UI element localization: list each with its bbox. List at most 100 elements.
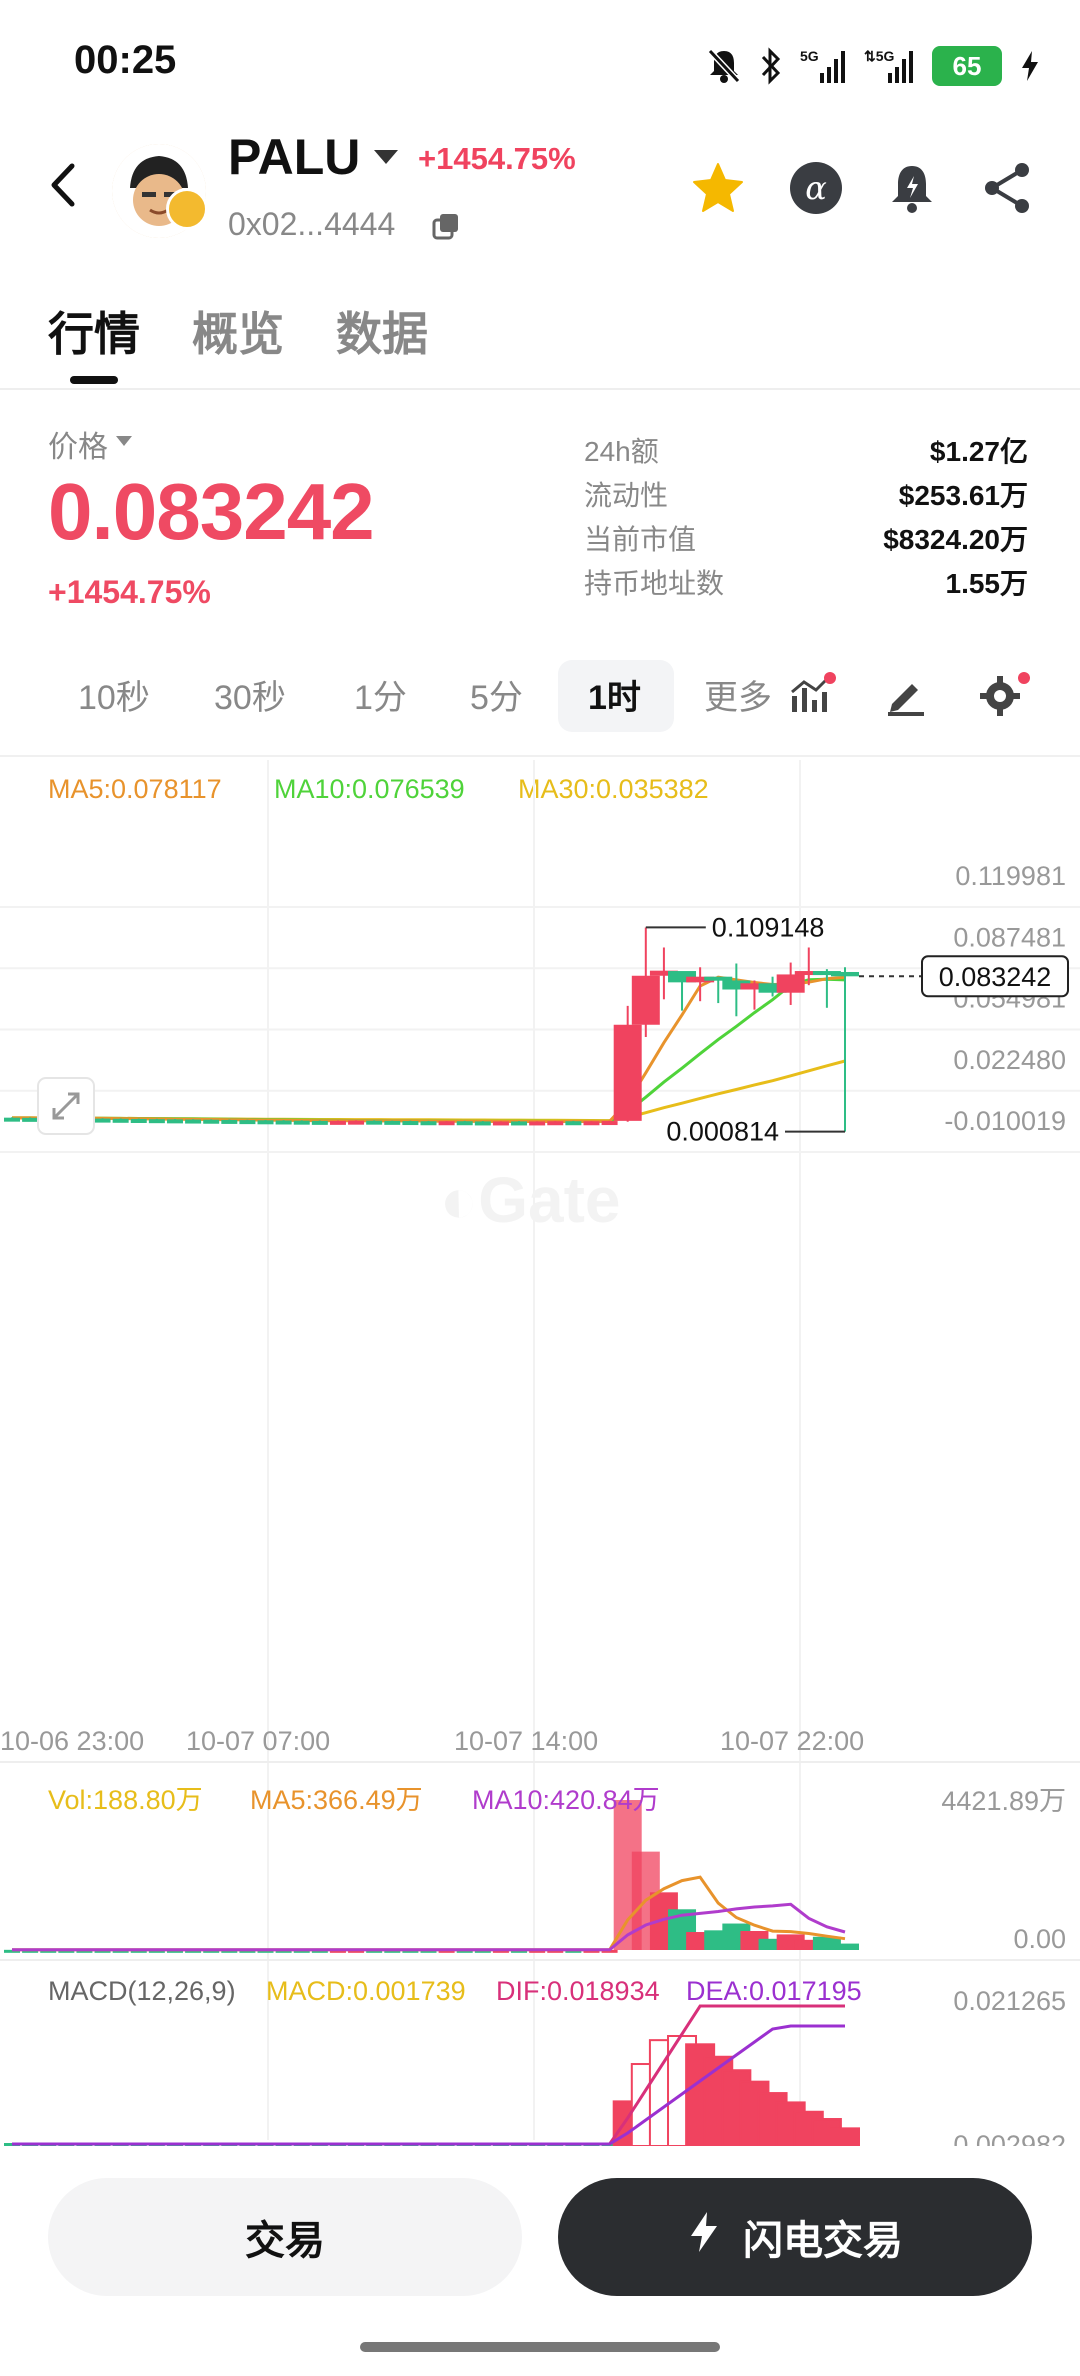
- charging-icon: [1020, 49, 1040, 83]
- candle-body: [293, 1120, 310, 1125]
- price-chart[interactable]: ◐Gate 0.1199810.0874810.0549810.022480-0…: [0, 760, 1080, 2146]
- caret-down-icon[interactable]: [116, 436, 132, 446]
- home-indicator[interactable]: [360, 2342, 720, 2352]
- y-tick-label: 0.022480: [953, 1045, 1066, 1075]
- header-change: +1454.75%: [418, 141, 576, 176]
- chevron-left-icon: [51, 163, 75, 207]
- high-price-label: 0.109148: [712, 912, 825, 942]
- interval-1m[interactable]: 1分: [354, 670, 407, 719]
- chart-grid: [0, 760, 1080, 2140]
- candle-body: [366, 1120, 383, 1125]
- candle-body: [529, 1121, 546, 1126]
- divider: [0, 755, 1080, 757]
- stat-label: 当前市值: [584, 524, 697, 555]
- low-price-label: 0.000814: [666, 1117, 779, 1147]
- candle-body: [329, 1120, 346, 1125]
- active-tab-indicator: [70, 376, 118, 384]
- expand-icon[interactable]: [37, 1077, 95, 1135]
- candle-body: [420, 1121, 437, 1126]
- copy-icon[interactable]: [432, 212, 460, 245]
- macd-value: MACD:0.001739: [266, 1976, 466, 2006]
- macd-title: MACD(12,26,9): [48, 1976, 236, 2006]
- dea-value: DEA:0.017195: [686, 1976, 862, 2006]
- candle-body: [492, 1121, 509, 1126]
- settings-gear-icon[interactable]: [978, 670, 1034, 725]
- contract-address: 0x02...4444: [228, 206, 396, 242]
- candle-body: [831, 971, 859, 977]
- stat-label: 持币地址数: [584, 568, 725, 599]
- volume-tick-max: 4421.89万: [941, 1786, 1066, 1816]
- tab-market[interactable]: 行情: [48, 298, 140, 364]
- trade-label: 交易: [245, 2219, 325, 2263]
- candle-body: [384, 1120, 401, 1125]
- status-time: 00:25: [74, 38, 177, 82]
- price-label[interactable]: 价格: [48, 422, 108, 466]
- last-price-label: 0.083242: [939, 962, 1052, 992]
- interval-more[interactable]: 更多: [704, 670, 776, 719]
- share-icon[interactable]: [978, 158, 1038, 218]
- y-tick-label: 0.119981: [955, 861, 1066, 891]
- stat-holders: 持币地址数 1.55万: [584, 562, 1028, 602]
- x-tick-label: 10-06 23:00: [0, 1726, 144, 1756]
- x-axis-labels: 10-06 23:00 10-07 07:00 10-07 14:00 10-07 2…: [0, 1726, 864, 1756]
- back-button[interactable]: [44, 158, 84, 212]
- flash-trade-button[interactable]: 闪电交易: [558, 2178, 1032, 2296]
- volume-bar: [831, 1943, 859, 1950]
- candle-body: [22, 1117, 39, 1122]
- mute-icon: [706, 47, 742, 85]
- alert-bell-icon[interactable]: [882, 158, 942, 218]
- ma10-path: [12, 977, 846, 1123]
- volume-tick-min: 0.00: [1013, 1924, 1066, 1954]
- ma10-line: [12, 977, 846, 1123]
- candle-body: [166, 1119, 183, 1124]
- svg-text:⇅5G: ⇅5G: [864, 48, 895, 64]
- stat-liquidity: 流动性 $253.61万: [584, 474, 1028, 514]
- stat-volume-24h: 24h额 $1.27亿: [584, 430, 1028, 470]
- y-tick-label: -0.010019: [944, 1106, 1066, 1136]
- signal-5g-icon: 5G: [800, 47, 846, 85]
- candle-body: [185, 1119, 202, 1124]
- candle-body: [511, 1121, 528, 1126]
- stat-label: 24h额: [584, 436, 659, 467]
- lightning-icon: [687, 2210, 721, 2264]
- current-price: 0.083242: [48, 467, 375, 556]
- macd-tick-min: 0.002982: [953, 2130, 1066, 2146]
- candle-body: [456, 1121, 473, 1126]
- candle-body: [203, 1119, 220, 1124]
- favorite-star-icon[interactable]: [688, 158, 748, 218]
- stat-value: $8324.20万: [883, 524, 1028, 555]
- candle-body: [239, 1120, 256, 1125]
- stat-label: 流动性: [584, 480, 669, 511]
- candle-body: [565, 1121, 582, 1126]
- coin-name[interactable]: PALU: [228, 128, 360, 186]
- tab-overview[interactable]: 概览: [192, 298, 284, 364]
- volume-ma10-legend: MA10:420.84万: [472, 1785, 660, 1815]
- indicator-chart-icon[interactable]: [790, 672, 840, 721]
- tab-data[interactable]: 数据: [336, 298, 428, 364]
- interval-30s[interactable]: 30秒: [214, 670, 286, 719]
- stat-value: $253.61万: [898, 480, 1028, 511]
- candle-body: [275, 1120, 292, 1125]
- interval-5m[interactable]: 5分: [470, 670, 523, 719]
- candle-body: [311, 1120, 328, 1125]
- alpha-icon[interactable]: α: [786, 158, 846, 218]
- caret-down-icon[interactable]: [374, 150, 398, 164]
- price-change: +1454.75%: [48, 574, 211, 610]
- macd-bar: [830, 2127, 860, 2146]
- y-axis-labels: 0.1199810.0874810.0549810.022480-0.01001…: [944, 861, 1066, 1136]
- status-icons: 5G ⇅5G 65: [706, 44, 1040, 88]
- candle-body: [257, 1120, 274, 1125]
- interval-10s[interactable]: 10秒: [78, 670, 150, 719]
- volume-ma5-legend: MA5:366.49万: [250, 1785, 423, 1815]
- trade-button[interactable]: 交易: [48, 2178, 522, 2296]
- candle-body: [148, 1119, 165, 1124]
- draw-pen-icon[interactable]: [884, 674, 928, 721]
- signal-5g-icon-2: ⇅5G: [864, 47, 914, 85]
- candle-body: [547, 1121, 564, 1126]
- ma5-line: [12, 975, 846, 1123]
- x-tick-label: 10-07 07:00: [186, 1726, 330, 1756]
- bnb-chain-icon: [166, 188, 208, 230]
- candle-body: [130, 1118, 147, 1123]
- interval-1h[interactable]: 1时: [588, 670, 641, 719]
- volume-legend: Vol:188.80万: [48, 1785, 203, 1815]
